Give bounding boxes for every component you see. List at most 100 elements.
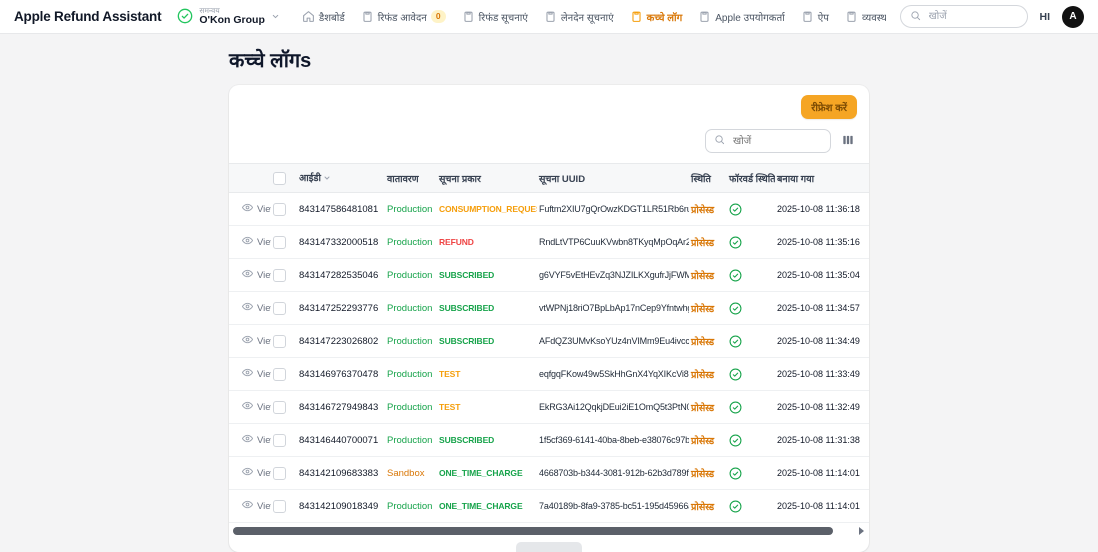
eye-icon: [242, 301, 253, 315]
cell-notification-type: ONE_TIME_CHARGE: [437, 457, 537, 490]
col-header-uuid[interactable]: सूचना UUID: [537, 164, 689, 193]
select-all-checkbox[interactable]: [273, 172, 286, 185]
nav-item-raw-logs[interactable]: कच्चे लॉग: [630, 10, 683, 24]
global-search-input[interactable]: [927, 10, 1018, 23]
view-link[interactable]: View: [242, 334, 271, 348]
column-toggle-button[interactable]: [839, 131, 857, 152]
col-header-created[interactable]: बनाया गया: [775, 164, 869, 193]
col-header-type[interactable]: सूचना प्रकार: [437, 164, 537, 193]
top-navbar: Apple Refund Assistant समन्वय O'Kon Grou…: [0, 0, 1098, 34]
tenant-switcher[interactable]: समन्वय O'Kon Group: [177, 7, 280, 27]
home-icon: [302, 10, 315, 23]
eye-icon: [242, 334, 253, 348]
eye-icon: [242, 400, 253, 414]
table-row: View 843147332000518 Production REFUND R…: [229, 226, 869, 259]
row-checkbox[interactable]: [273, 500, 286, 513]
cell-uuid: 4668703b-b344-3081-912b-62b3d789fb3e: [537, 457, 689, 490]
cell-environment: Sandbox: [385, 457, 437, 490]
view-link[interactable]: View: [242, 235, 271, 249]
col-header-select: [271, 164, 297, 193]
check-circle-icon: [729, 336, 742, 347]
view-link[interactable]: View: [242, 268, 271, 282]
row-checkbox[interactable]: [273, 368, 286, 381]
view-link[interactable]: View: [242, 400, 271, 414]
cell-created: 2025-10-08 11:34:57: [775, 292, 869, 325]
check-circle-icon: [729, 270, 742, 281]
nav-item-apple-users[interactable]: Apple उपयोगकर्ता: [698, 10, 785, 24]
cell-created: 2025-10-08 11:33:49: [775, 358, 869, 391]
cell-environment: Production: [385, 358, 437, 391]
tenant-name: O'Kon Group: [199, 15, 265, 27]
row-checkbox[interactable]: [273, 335, 286, 348]
view-link[interactable]: View: [242, 466, 271, 480]
cell-environment: Production: [385, 193, 437, 226]
nav-item-refund-applications[interactable]: रिफंड आवेदन 0: [361, 10, 446, 24]
cell-status: प्रोसेस्ड: [689, 226, 727, 259]
cell-notification-type: TEST: [437, 358, 537, 391]
row-checkbox[interactable]: [273, 269, 286, 282]
cell-id: 843146727949843: [297, 391, 385, 424]
col-header-status[interactable]: स्थिति: [689, 164, 727, 193]
cell-notification-type: REFUND: [437, 226, 537, 259]
view-link[interactable]: View: [242, 301, 271, 315]
nav-item-refund-notifications[interactable]: रिफंड सूचनाएं: [462, 10, 528, 24]
global-search[interactable]: [900, 5, 1028, 28]
col-header-id[interactable]: आईडी: [297, 164, 385, 193]
locale-switcher[interactable]: HI: [1040, 11, 1051, 23]
nav-item-apps[interactable]: ऐप: [801, 10, 829, 24]
view-link[interactable]: View: [242, 202, 271, 216]
col-header-forward-status[interactable]: फॉरवर्ड स्थिति: [727, 164, 775, 193]
table-search-input[interactable]: [731, 135, 822, 148]
cell-environment: Production: [385, 226, 437, 259]
scrollbar-track[interactable]: [231, 527, 853, 535]
refresh-button[interactable]: रीफ्रेश करें: [801, 95, 857, 119]
app-brand[interactable]: Apple Refund Assistant: [14, 9, 161, 24]
table-row: View 843147282535046 Production SUBSCRIB…: [229, 259, 869, 292]
check-circle-icon: [729, 237, 742, 248]
check-circle-icon: [729, 468, 742, 479]
horizontal-scrollbar[interactable]: [229, 523, 869, 536]
cell-id: 843147223026802: [297, 325, 385, 358]
cell-status: प्रोसेस्ड: [689, 457, 727, 490]
clipboard-icon: [462, 10, 475, 23]
table-row: View 843147252293776 Production SUBSCRIB…: [229, 292, 869, 325]
eye-icon: [242, 367, 253, 381]
eye-icon: [242, 202, 253, 216]
view-link[interactable]: View: [242, 499, 271, 513]
check-circle-icon: [729, 204, 742, 215]
pagination-partial: [516, 542, 582, 552]
cell-notification-type: CONSUMPTION_REQUEST: [437, 193, 537, 226]
cell-uuid: eqfgqFKow49w5SkHhGnX4YqXIKcVi8Uo: [537, 358, 689, 391]
col-header-view: [229, 164, 271, 193]
cell-notification-type: SUBSCRIBED: [437, 292, 537, 325]
view-link[interactable]: View: [242, 433, 271, 447]
clipboard-icon: [845, 10, 858, 23]
check-circle-icon: [729, 435, 742, 446]
cell-status: प्रोसेस्ड: [689, 193, 727, 226]
page-content: कच्चे लॉगs रीफ्रेश करें: [229, 46, 869, 552]
cell-uuid: 1f5cf369-6141-40ba-8beb-e38076c97b21: [537, 424, 689, 457]
avatar[interactable]: A: [1062, 6, 1084, 28]
col-header-environment[interactable]: वातावरण: [385, 164, 437, 193]
cell-environment: Production: [385, 259, 437, 292]
eye-icon: [242, 433, 253, 447]
row-checkbox[interactable]: [273, 203, 286, 216]
cell-status: प्रोसेस्ड: [689, 391, 727, 424]
table-search[interactable]: [705, 129, 831, 153]
nav-item-transaction-notifications[interactable]: लेनदेन सूचनाएं: [544, 10, 614, 24]
nav-item-dashboard[interactable]: डैशबोर्ड: [302, 10, 345, 24]
cell-id: 843147252293776: [297, 292, 385, 325]
row-checkbox[interactable]: [273, 434, 286, 447]
row-checkbox[interactable]: [273, 467, 286, 480]
cell-notification-type: SUBSCRIBED: [437, 325, 537, 358]
scroll-right-icon[interactable]: [857, 527, 865, 535]
nav-badge: 0: [431, 10, 446, 22]
nav-item-admin[interactable]: व्यवस्थापक: [845, 10, 886, 24]
scrollbar-thumb[interactable]: [233, 527, 833, 535]
row-checkbox[interactable]: [273, 302, 286, 315]
row-checkbox[interactable]: [273, 401, 286, 414]
row-checkbox[interactable]: [273, 236, 286, 249]
view-link[interactable]: View: [242, 367, 271, 381]
cell-id: 843147282535046: [297, 259, 385, 292]
cell-id: 843147332000518: [297, 226, 385, 259]
